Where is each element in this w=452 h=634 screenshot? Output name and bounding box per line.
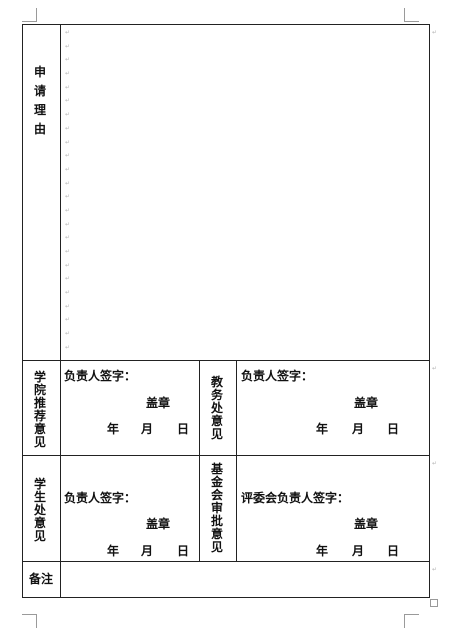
- student-day-label: 日: [177, 544, 190, 558]
- cell-end-marker: ↵: [432, 460, 438, 467]
- crop-mark-bottom-right: [404, 614, 405, 628]
- foundation-seal-label: 盖章: [354, 517, 379, 531]
- table-border-bottom: [22, 597, 430, 598]
- foundation-year-label: 年: [316, 544, 329, 558]
- academic-month-label: 月: [352, 422, 365, 436]
- foundation-day-label: 日: [387, 544, 400, 558]
- paragraph-marks: ↵ ↵ ↵ ↵ ↵ ↵ ↵ ↵ ↵ ↵ ↵ ↵ ↵ ↵ ↵ ↵ ↵ ↵ ↵ ↵ ↵ ↵ ↵ ↵: [65, 29, 71, 351]
- academic-day-label: 日: [387, 422, 400, 436]
- crop-mark-top-left-h: [22, 21, 36, 22]
- crop-mark-top-right: [404, 8, 405, 22]
- college-signer-label: 负责人签字：: [64, 369, 137, 383]
- cell-end-marker: ↵: [432, 29, 438, 36]
- crop-mark-bottom-right-h: [405, 614, 419, 615]
- foundation-approval-label: 基 金 会 审 批 意 见: [211, 462, 224, 554]
- row-divider-2: [22, 455, 430, 456]
- committee-signer-label: 评委会负责人签字：: [241, 491, 350, 505]
- middle-divider-b: [236, 360, 237, 562]
- college-recommendation-label: 学 院 推 荐 意 见: [34, 370, 47, 449]
- table-border-left: [22, 24, 23, 598]
- academic-seal-label: 盖章: [354, 396, 379, 410]
- remark-input-area[interactable]: [61, 562, 429, 597]
- cell-end-marker: ↵: [432, 365, 438, 372]
- crop-mark-bottom-left-h: [22, 614, 36, 615]
- college-year-label: 年: [107, 422, 120, 436]
- academic-year-label: 年: [316, 422, 329, 436]
- student-seal-label: 盖章: [146, 517, 171, 531]
- reason-label: 申 请 理 由: [34, 65, 47, 136]
- reason-input-area[interactable]: [61, 25, 429, 360]
- college-seal-label: 盖章: [146, 396, 171, 410]
- crop-mark-top-left: [36, 8, 37, 22]
- student-affairs-label: 学 生 处 意 见: [34, 477, 47, 543]
- middle-divider-a: [199, 360, 200, 562]
- crop-mark-bottom-left: [36, 614, 37, 628]
- table-resize-handle[interactable]: [430, 599, 438, 607]
- crop-mark-top-right-h: [405, 21, 419, 22]
- academic-affairs-label: 教 务 处 意 见: [211, 375, 224, 441]
- student-signer-label: 负责人签字：: [64, 491, 137, 505]
- cell-end-marker: ↵: [432, 566, 438, 573]
- row-divider-1: [22, 360, 430, 361]
- remark-label: 备注: [29, 572, 54, 586]
- table-border-right: [429, 24, 430, 598]
- student-year-label: 年: [107, 544, 120, 558]
- foundation-month-label: 月: [352, 544, 365, 558]
- student-month-label: 月: [141, 544, 154, 558]
- college-month-label: 月: [141, 422, 154, 436]
- college-day-label: 日: [177, 422, 190, 436]
- academic-signer-label: 负责人签字：: [241, 369, 314, 383]
